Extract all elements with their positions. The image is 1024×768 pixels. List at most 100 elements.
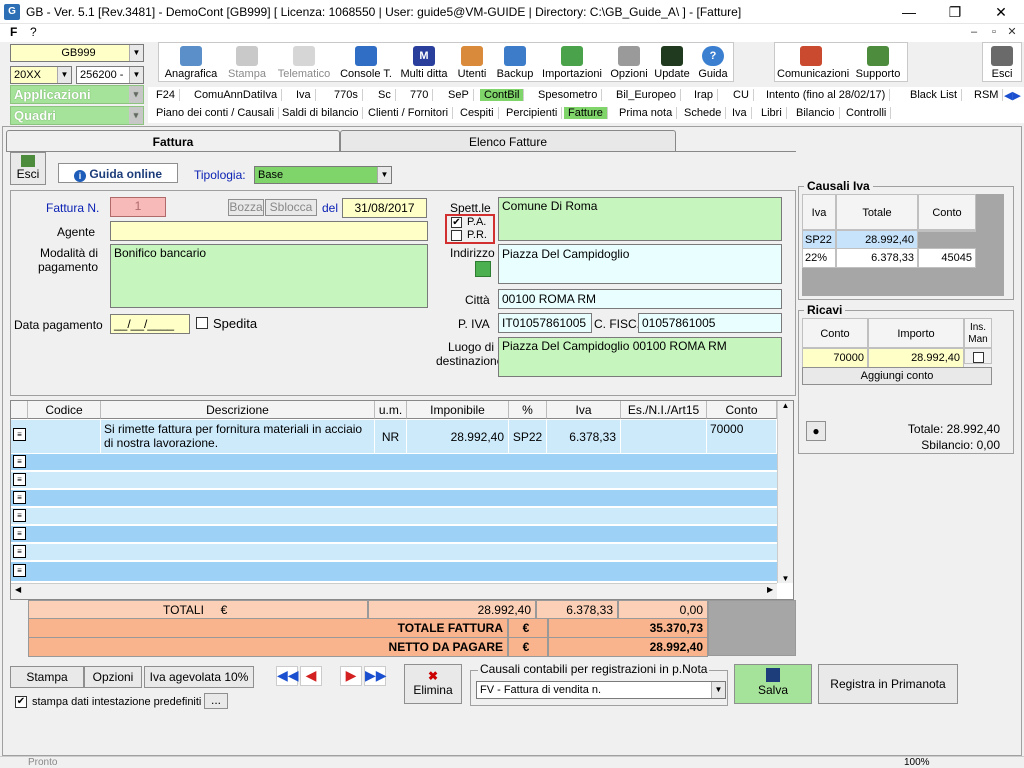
row-edit-icon[interactable]: ≡ — [13, 428, 26, 441]
tab-iva2[interactable]: Iva — [732, 107, 752, 119]
causali-row1-conto[interactable] — [918, 230, 976, 232]
update-button[interactable]: Update — [652, 44, 692, 82]
grid-header-descrizione[interactable]: Descrizione — [101, 401, 375, 419]
grid-header-es[interactable]: Es./N.I./Art15 — [621, 401, 707, 419]
grid-header-codice[interactable]: Codice — [28, 401, 101, 419]
cell-um[interactable]: NR — [375, 420, 407, 453]
opzioni-button[interactable]: Opzioni — [608, 44, 650, 82]
opzioni-button-bottom[interactable]: Opzioni — [84, 666, 142, 688]
tab-piano-conti[interactable]: Piano dei conti / Causali — [156, 107, 280, 119]
invoice-lines-grid[interactable]: Codice Descrizione u.m. Imponibile % Iva… — [10, 400, 794, 600]
tab-cu[interactable]: CU — [733, 89, 754, 101]
tab-schede[interactable]: Schede — [684, 107, 727, 119]
row-edit-icon[interactable]: ≡ — [13, 545, 26, 558]
map-icon[interactable] — [475, 261, 491, 277]
comunicazioni-button[interactable]: Comunicazioni — [776, 44, 849, 82]
stampa-dati-options-button[interactable]: ... — [204, 693, 228, 709]
tab-clienti-fornitori[interactable]: Clienti / Fornitori — [368, 107, 454, 119]
tab-770[interactable]: 770 — [410, 89, 434, 101]
causali-row1-iva[interactable]: SP22 — [802, 230, 836, 250]
last-record-icon[interactable]: ▶▶ — [364, 666, 387, 686]
table-row[interactable]: ≡ — [11, 472, 777, 489]
company-combo[interactable]: GB999 ▼ — [10, 44, 144, 62]
grid-header-conto[interactable]: Conto — [707, 401, 777, 419]
cell-perc[interactable]: SP22 — [509, 420, 547, 453]
grid-hscrollbar[interactable]: ◀ ▶ — [11, 583, 777, 599]
causali-row2-totale[interactable]: 6.378,33 — [836, 248, 918, 268]
cell-codice[interactable] — [28, 420, 101, 453]
aggiungi-conto-button[interactable]: Aggiungi conto — [802, 367, 992, 385]
menu-f[interactable]: F — [10, 25, 17, 39]
tab-f24[interactable]: F24 — [156, 89, 180, 101]
indirizzo-field[interactable]: Piazza Del Campidoglio — [498, 244, 782, 284]
code-combo[interactable]: 256200 - ▼ — [76, 66, 144, 84]
menu-help[interactable]: ? — [30, 25, 37, 39]
cell-es[interactable] — [621, 420, 707, 453]
scroll-right-icon[interactable]: ▶ — [767, 585, 773, 594]
utenti-button[interactable]: Utenti — [454, 44, 490, 82]
piva-field[interactable]: IT01057861005 — [498, 313, 592, 333]
row-edit-icon[interactable]: ≡ — [13, 473, 26, 486]
tab-bilancio[interactable]: Bilancio — [796, 107, 840, 119]
tab-bil-europeo[interactable]: Bil_Europeo — [616, 89, 681, 101]
spedita-checkbox[interactable] — [196, 317, 208, 329]
row-edit-icon[interactable]: ≡ — [13, 527, 26, 540]
tab-fattura[interactable]: Fattura — [6, 130, 340, 152]
tab-intento[interactable]: Intento (fino al 28/02/17) — [766, 89, 891, 101]
sblocca-button[interactable]: Sblocca — [265, 199, 317, 216]
citta-field[interactable]: 00100 ROMA RM — [498, 289, 782, 309]
mdi-restore-icon[interactable]: ▫ — [986, 24, 1002, 40]
tab-cespiti[interactable]: Cespiti — [460, 107, 499, 119]
add-circle-button[interactable]: ● — [806, 421, 826, 441]
esci-button[interactable]: Esci — [10, 152, 46, 185]
tab-black-list[interactable]: Black List — [910, 89, 963, 101]
causale-combo[interactable]: FV - Fattura di vendita n. ▼ — [476, 681, 726, 699]
causali-row2-conto[interactable]: 45045 — [918, 248, 976, 268]
grid-header-imponibile[interactable]: Imponibile — [407, 401, 509, 419]
tab-saldi-bilancio[interactable]: Saldi di bilancio — [282, 107, 364, 119]
data-pagamento-field[interactable]: __/__/____ — [110, 314, 190, 334]
applicazioni-combo[interactable]: Applicazioni ▼ — [10, 85, 144, 104]
close-button[interactable]: ✕ — [978, 0, 1024, 24]
row-edit-icon[interactable]: ≡ — [13, 491, 26, 504]
fattura-n-field[interactable]: 1 — [110, 197, 166, 217]
table-row[interactable]: ≡ — [11, 454, 777, 471]
ricavi-row-conto[interactable]: 70000 — [802, 348, 868, 368]
next-record-icon[interactable]: ▶ — [340, 666, 362, 686]
minimize-button[interactable]: — — [886, 0, 932, 24]
stampa-dati-checkbox[interactable]: ✔ — [15, 696, 27, 708]
anagrafica-button[interactable]: Anagrafica — [162, 44, 220, 82]
tab-sep[interactable]: SeP — [448, 89, 474, 101]
grid-header-um[interactable]: u.m. — [375, 401, 407, 419]
table-row[interactable]: ≡ Si rimette fattura per fornitura mater… — [11, 420, 777, 454]
guida-online-button[interactable]: i Guida online — [58, 163, 178, 183]
tipologia-combo[interactable]: Base ▼ — [254, 166, 392, 184]
table-row[interactable]: ≡ — [11, 508, 777, 525]
pa-checkbox[interactable]: ✔ — [451, 217, 462, 228]
cf-field[interactable]: 01057861005 — [638, 313, 782, 333]
row-edit-icon[interactable]: ≡ — [13, 564, 26, 577]
scroll-down-icon[interactable]: ▼ — [778, 574, 793, 583]
iva-agevolata-button[interactable]: Iva agevolata 10% — [144, 666, 254, 688]
tab-controlli[interactable]: Controlli — [846, 107, 892, 119]
importazioni-button[interactable]: Importazioni — [540, 44, 604, 82]
tab-percipienti[interactable]: Percipienti — [506, 107, 563, 119]
tab-fatture[interactable]: Fatture — [564, 107, 608, 119]
elimina-button[interactable]: ✖ Elimina — [404, 664, 462, 704]
tab-iva[interactable]: Iva — [296, 89, 316, 101]
tab-sc[interactable]: Sc — [378, 89, 396, 101]
tab-elenco-fatture[interactable]: Elenco Fatture — [340, 130, 676, 152]
table-row[interactable]: ≡ — [11, 544, 777, 561]
tab-spesometro[interactable]: Spesometro — [538, 89, 603, 101]
tab-comuanndatiiva[interactable]: ComuAnnDatiIva — [194, 89, 283, 101]
pr-checkbox[interactable] — [451, 230, 462, 241]
prev-record-icon[interactable]: ◀ — [300, 666, 322, 686]
multi-ditta-button[interactable]: M Multi ditta — [398, 44, 450, 82]
row-edit-icon[interactable]: ≡ — [13, 455, 26, 468]
causali-row1-totale[interactable]: 28.992,40 — [836, 230, 918, 250]
luogo-field[interactable]: Piazza Del Campidoglio 00100 ROMA RM — [498, 337, 782, 377]
tab-libri[interactable]: Libri — [761, 107, 787, 119]
scroll-left-icon[interactable]: ◀ — [15, 585, 21, 594]
cell-descrizione[interactable]: Si rimette fattura per fornitura materia… — [101, 420, 375, 453]
stampa-toolbar-button[interactable]: Stampa — [224, 44, 270, 82]
